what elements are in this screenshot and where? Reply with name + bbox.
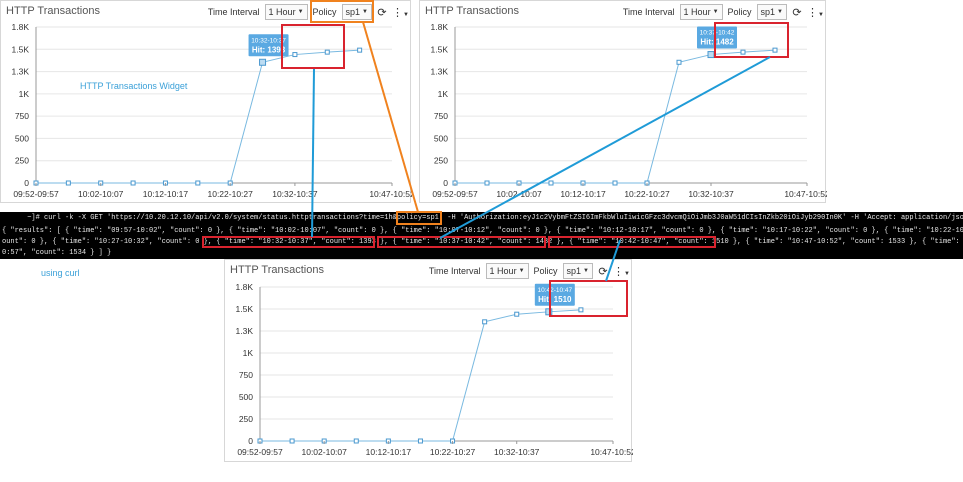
x-tick-label: 10:47-10:52 [784,189,827,199]
x-tick-label: 10:02-10:07 [301,447,347,457]
y-tick-label: 500 [434,133,448,143]
data-point [612,180,618,186]
y-tick-label: 0 [443,178,448,188]
x-tick-label: 10:32-10:37 [272,189,318,199]
y-tick-label: 250 [434,156,448,166]
http-transactions-widget-3: HTTP Transactions Time Interval 1 Hour ▼ … [224,259,634,462]
y-tick-label: 1.5K [431,44,449,54]
http-transactions-chart-1: 0 250 500 750 1K 1.3K 1.5K 1.8K 09:52-09:57 10:02… [12,22,413,199]
data-point [484,180,490,186]
y-tick-label: 1K [438,89,449,99]
data-point [130,180,136,186]
data-point [65,180,71,186]
http-transactions-widget-1: HTTP Transactions Time Interval 1 Hour ▼ … [0,0,413,203]
y-tick-label: 1.3K [236,326,254,336]
x-tick-label: 10:32-10:37 [494,447,540,457]
y-tick-label: 1.3K [431,67,449,77]
data-point [324,49,330,55]
http-transactions-chart-3: 0 250 500 750 1K 1.3K 1.5K 1.8K 09:52-09:57 10:02… [236,282,634,457]
tooltip-time: 10:42-10:47 [537,287,572,294]
y-tick-label: 500 [239,392,253,402]
y-tick-label: 1.3K [12,67,30,77]
x-tick-label: 10:02-10:07 [496,189,542,199]
data-point [707,51,715,59]
widget-watermark: HTTP Transactions Widget [80,81,188,91]
x-tick-label: 10:22-10:27 [430,447,476,457]
x-tick-label: 09:52-09:57 [432,189,478,199]
x-tick-label: 10:12-10:17 [143,189,189,199]
terminal-output-line: 0:57", "count": 1534 } ] } [2,249,112,257]
data-point [548,180,554,186]
y-tick-label: 500 [15,133,29,143]
data-point [740,49,746,55]
data-point [417,438,423,444]
data-point [353,438,359,444]
data-point [259,58,267,66]
data-point [357,47,363,53]
y-tick-label: 1.5K [236,304,254,314]
x-tick-label: 10:22-10:27 [207,189,253,199]
x-tick-label: 10:47-10:52 [590,447,633,457]
y-tick-label: 250 [15,156,29,166]
data-point [289,438,295,444]
y-tick-label: 1.5K [12,44,30,54]
tooltip-hit: Hit: 1393 [252,45,286,54]
data-point [482,319,488,325]
data-point [578,307,584,313]
tooltip-time: 10:32-10:37 [251,37,286,44]
y-tick-label: 1K [243,348,254,358]
y-tick-label: 750 [15,111,29,121]
data-point [676,59,682,65]
y-tick-label: 1.8K [12,22,30,32]
terminal-output-line: { "results": [ { "time": "09:57-10:02", … [2,227,963,235]
data-point [195,180,201,186]
x-tick-label: 10:47-10:52 [369,189,412,199]
terminal-command-line: ~]# curl -k -X GET 'https://10.20.12.10/… [2,214,963,222]
data-point [772,47,778,53]
tooltip-hit: Hit: 1482 [700,38,734,47]
using-curl-note: using curl [41,268,80,278]
y-tick-label: 250 [239,414,253,424]
x-tick-label: 10:12-10:17 [366,447,412,457]
http-transactions-widget-2: HTTP Transactions Time Interval 1 Hour ▼ … [419,0,828,203]
y-tick-label: 0 [24,178,29,188]
data-point [514,311,520,317]
y-tick-label: 750 [239,370,253,380]
x-tick-label: 10:32-10:37 [688,189,734,199]
terminal-output-line: ount": 0 }, { "time": "10:27-10:32", "co… [2,238,963,246]
data-point [292,52,298,58]
y-tick-label: 750 [434,111,448,121]
x-tick-label: 09:52-09:57 [237,447,283,457]
tooltip-time: 10:37-10:42 [700,30,735,37]
x-tick-label: 10:22-10:27 [624,189,670,199]
y-tick-label: 1K [19,89,30,99]
y-tick-label: 1.8K [431,22,449,32]
y-tick-label: 1.8K [236,282,254,292]
x-tick-label: 10:12-10:17 [560,189,606,199]
x-tick-label: 09:52-09:57 [13,189,59,199]
tooltip-hit: Hit: 1510 [538,295,572,304]
data-point [545,308,553,316]
curl-terminal-output: ~]# curl -k -X GET 'https://10.20.12.10/… [0,212,963,259]
http-transactions-chart-2: 0 250 500 750 1K 1.3K 1.5K 1.8K 09:52-09:57 10:02… [431,22,828,199]
y-tick-label: 0 [248,436,253,446]
x-tick-label: 10:02-10:07 [78,189,124,199]
